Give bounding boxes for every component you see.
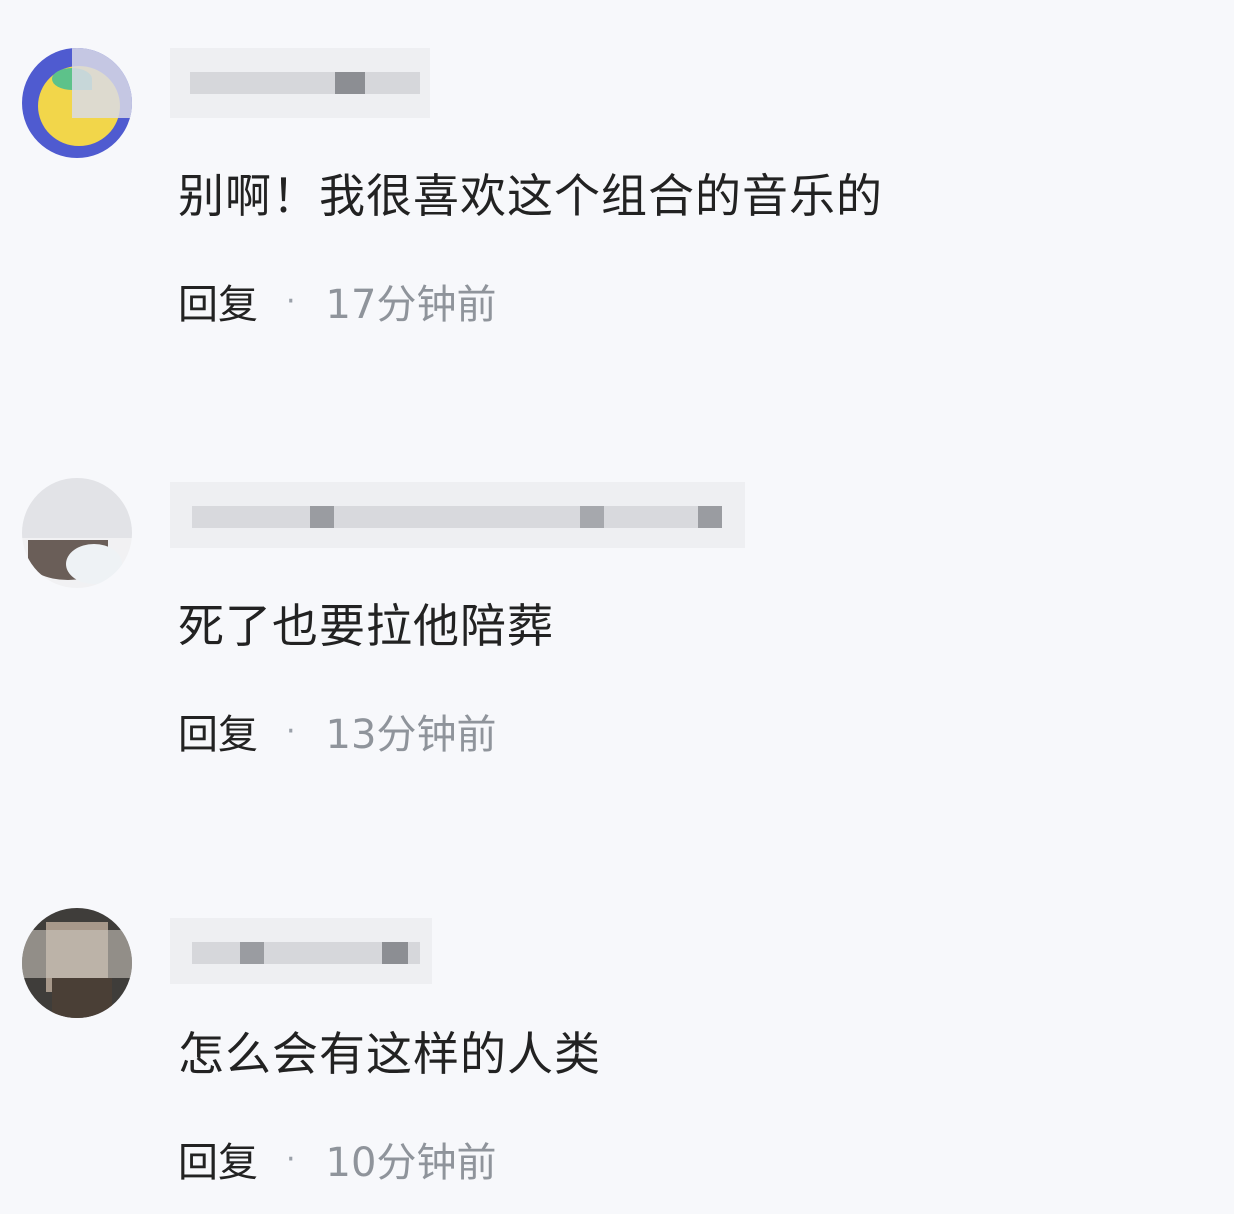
comment-meta: 回复 · 13分钟前 [178, 702, 496, 760]
comment-item: 怎么会有这样的人类 回复 · 10分钟前 [0, 0, 1234, 1186]
separator-dot: · [286, 713, 296, 749]
avatar-pixelate [22, 930, 132, 978]
comment-text: 怎么会有这样的人类 [178, 1027, 601, 1081]
avatar[interactable] [22, 478, 132, 588]
timestamp: 10分钟前 [325, 1140, 497, 1186]
reply-button[interactable]: 回复 [178, 702, 258, 760]
comment-text: 死了也要拉他陪葬 [178, 599, 554, 653]
comment-meta: 回复 · 10分钟前 [178, 1130, 496, 1188]
username-pixelated[interactable] [170, 482, 745, 552]
separator-dot: · [286, 1141, 296, 1177]
avatar-photo-dark [52, 978, 112, 1018]
username-pixelated[interactable] [170, 918, 432, 988]
timestamp: 13分钟前 [325, 712, 497, 758]
avatar-sketch-light [66, 544, 122, 584]
avatar-pixelate [22, 478, 132, 538]
reply-button[interactable]: 回复 [178, 1130, 258, 1188]
avatar[interactable] [22, 908, 132, 1018]
